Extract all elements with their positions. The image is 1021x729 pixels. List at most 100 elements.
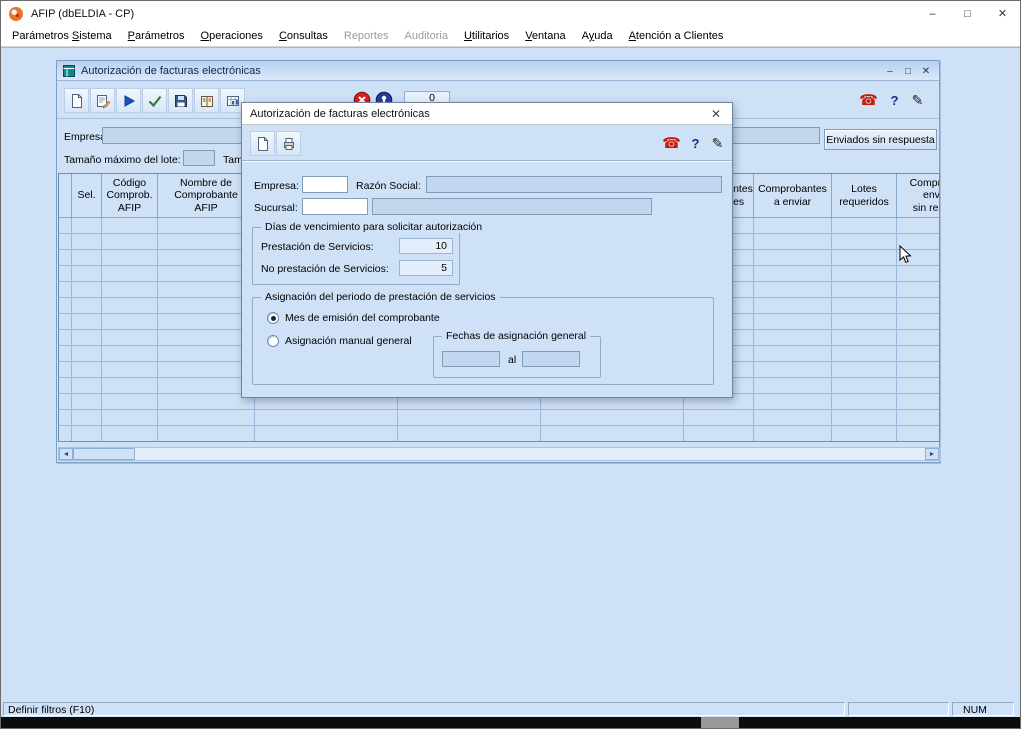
help-icon: ? bbox=[692, 136, 700, 151]
app-title: AFIP (dbELDIA - CP) bbox=[31, 8, 134, 20]
radio-mes-emision-label: Mes de emisión del comprobante bbox=[285, 312, 440, 324]
menu-ayuda[interactable]: Ayuda bbox=[574, 27, 621, 45]
ledger-button[interactable] bbox=[194, 88, 219, 113]
radio-asignacion-manual[interactable] bbox=[267, 335, 279, 347]
dialog-new-record-button[interactable] bbox=[250, 131, 275, 156]
table-cell bbox=[897, 266, 940, 281]
child-maximize-button[interactable]: □ bbox=[899, 61, 917, 81]
scroll-left-button[interactable]: ◄ bbox=[59, 448, 73, 460]
column-header-0[interactable] bbox=[59, 174, 72, 218]
new-document-icon bbox=[255, 136, 271, 152]
table-cell bbox=[754, 410, 832, 425]
dialog-print-button[interactable] bbox=[276, 131, 301, 156]
bottom-strip-segment bbox=[701, 717, 739, 728]
statusbar: Definir filtros (F10) NUM bbox=[1, 701, 1020, 717]
help-button[interactable]: ? bbox=[883, 89, 906, 112]
menu-operaciones[interactable]: Operaciones bbox=[193, 27, 271, 45]
table-cell bbox=[897, 298, 940, 313]
child-close-button[interactable]: ✕ bbox=[917, 61, 935, 81]
table-cell bbox=[102, 250, 158, 265]
dialog-close-button[interactable]: ✕ bbox=[702, 104, 730, 124]
sucursal-input[interactable] bbox=[302, 198, 368, 215]
menu-parametros[interactable]: Parámetros bbox=[120, 27, 193, 45]
table-cell bbox=[754, 378, 832, 393]
table-row[interactable] bbox=[59, 426, 940, 442]
phone-icon: ☎ bbox=[859, 93, 878, 108]
table-cell bbox=[897, 234, 940, 249]
scroll-left-icon: ◄ bbox=[63, 451, 70, 458]
lote-label: Tamaño máximo del lote: bbox=[64, 154, 181, 166]
table-cell bbox=[102, 234, 158, 249]
table-cell bbox=[72, 298, 102, 313]
child-minimize-button[interactable]: – bbox=[881, 61, 899, 81]
dialog-empresa-label: Empresa: bbox=[254, 180, 299, 192]
table-cell bbox=[102, 330, 158, 345]
table-cell bbox=[754, 298, 832, 313]
statusbar-message: Definir filtros (F10) bbox=[3, 702, 845, 716]
table-cell bbox=[832, 218, 897, 233]
ledger-icon bbox=[199, 93, 215, 109]
razon-social-field bbox=[426, 176, 722, 193]
prestacion-input[interactable]: 10 bbox=[399, 238, 453, 254]
signature-button[interactable]: ✎ bbox=[906, 89, 929, 112]
table-cell bbox=[754, 314, 832, 329]
scrollbar-thumb[interactable] bbox=[73, 448, 135, 460]
close-button[interactable]: ✕ bbox=[985, 1, 1020, 26]
table-cell bbox=[72, 378, 102, 393]
radio-asignacion-manual-label: Asignación manual general bbox=[285, 335, 412, 347]
menu-utilitarios[interactable]: Utilitarios bbox=[456, 27, 517, 45]
dialog-signature-button[interactable]: ✎ bbox=[706, 132, 729, 155]
edit-record-button[interactable] bbox=[90, 88, 115, 113]
table-cell bbox=[255, 426, 398, 441]
table-cell bbox=[832, 314, 897, 329]
table-cell bbox=[832, 266, 897, 281]
dialog-help-button[interactable]: ? bbox=[684, 132, 707, 155]
table-cell bbox=[754, 250, 832, 265]
confirm-button[interactable] bbox=[142, 88, 167, 113]
table-row[interactable] bbox=[59, 410, 940, 426]
scroll-right-button[interactable]: ► bbox=[925, 448, 939, 460]
help-icon: ? bbox=[891, 93, 899, 108]
table-cell bbox=[897, 218, 940, 233]
fecha-desde-field bbox=[442, 351, 500, 367]
dialog-empresa-input[interactable] bbox=[302, 176, 348, 193]
dialog-phone-button[interactable]: ☎ bbox=[660, 132, 683, 155]
table-cell bbox=[59, 282, 72, 297]
menu-ventana[interactable]: Ventana bbox=[517, 27, 573, 45]
column-header-8[interactable]: Comprobantesa enviar bbox=[754, 174, 832, 218]
new-record-button[interactable] bbox=[64, 88, 89, 113]
no-prestacion-label: No prestación de Servicios: bbox=[261, 263, 389, 275]
enviados-sin-respuesta-button[interactable]: Enviados sin respuesta bbox=[824, 129, 937, 150]
table-cell bbox=[72, 234, 102, 249]
child-titlebar[interactable]: Autorización de facturas electrónicas – … bbox=[57, 61, 939, 81]
minimize-button[interactable]: – bbox=[915, 1, 950, 26]
maximize-button[interactable]: □ bbox=[950, 1, 985, 26]
menu-parametros-sistema[interactable]: Parámetros Sistema bbox=[4, 27, 120, 45]
column-header-10[interactable]: Comprobantesenviadossin respuesta bbox=[897, 174, 940, 218]
run-authorization-button[interactable] bbox=[116, 88, 141, 113]
column-header-9[interactable]: Lotesrequeridos bbox=[832, 174, 897, 218]
dialog-titlebar[interactable]: Autorización de facturas electrónicas ✕ bbox=[242, 103, 732, 125]
edit-pen-icon: ✎ bbox=[712, 135, 724, 152]
table-cell bbox=[684, 410, 754, 425]
horizontal-scrollbar[interactable]: ◄ ► bbox=[58, 447, 940, 461]
table-cell bbox=[72, 218, 102, 233]
window-controls: – □ ✕ bbox=[915, 1, 1020, 26]
table-cell bbox=[102, 410, 158, 425]
table-cell bbox=[72, 362, 102, 377]
save-button[interactable] bbox=[168, 88, 193, 113]
radio-mes-emision[interactable] bbox=[267, 312, 279, 324]
column-header-1[interactable]: Sel. bbox=[72, 174, 102, 218]
menu-consultas[interactable]: Consultas bbox=[271, 27, 336, 45]
app-icon bbox=[8, 6, 24, 22]
column-header-2[interactable]: CódigoComprob.AFIP bbox=[102, 174, 158, 218]
table-cell bbox=[832, 378, 897, 393]
table-cell bbox=[102, 362, 158, 377]
table-cell bbox=[102, 298, 158, 313]
table-cell bbox=[255, 410, 398, 425]
statusbar-num: NUM bbox=[952, 702, 1014, 716]
table-cell bbox=[754, 234, 832, 249]
no-prestacion-input[interactable]: 5 bbox=[399, 260, 453, 276]
menu-atencion-a-clientes[interactable]: Atención a Clientes bbox=[621, 27, 732, 45]
phone-button[interactable]: ☎ bbox=[857, 89, 880, 112]
